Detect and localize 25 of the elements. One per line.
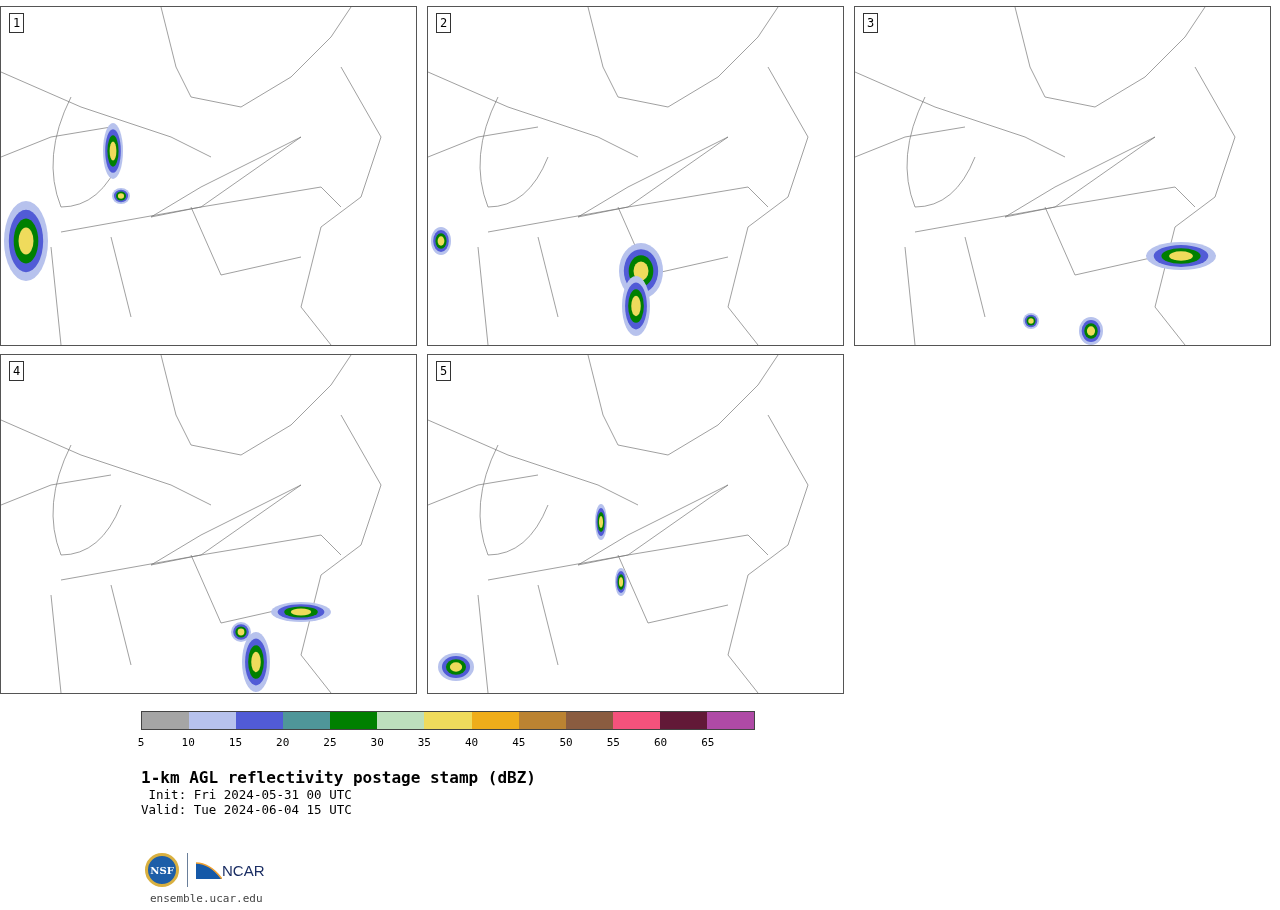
tick-label: 15	[228, 735, 243, 751]
panel-number: 1	[9, 13, 25, 33]
ncar-logo-text: NCAR	[222, 863, 265, 879]
panel-number: 2	[436, 13, 452, 33]
tick-label: 25	[323, 735, 337, 751]
site-url: ensemble.ucar.edu	[150, 891, 264, 907]
tick-label: 30	[370, 735, 384, 751]
swoosh-icon	[196, 861, 222, 879]
tick-label: 10	[181, 735, 195, 751]
panel-number: 4	[9, 361, 25, 381]
tick-label: 35	[417, 735, 431, 751]
valid-time: Valid: Tue 2024-06-04 15 UTC	[141, 802, 353, 817]
tick-label: 65	[701, 735, 715, 751]
panel-number: 5	[436, 361, 452, 381]
tick-label: 5	[137, 735, 145, 751]
tick-label: 50	[559, 735, 573, 751]
init-time: Init: Fri 2024-05-31 00 UTC	[147, 787, 353, 802]
nsf-logo: NSF	[145, 853, 179, 887]
panel-number: 3	[863, 13, 879, 33]
tick-label: 45	[512, 735, 526, 751]
tick-label: 20	[276, 735, 290, 751]
tick-label: 40	[465, 735, 479, 751]
tick-label: 55	[606, 735, 620, 751]
chart-title: 1-km AGL reflectivity postage stamp (dBZ)	[141, 769, 537, 787]
tick-label: 60	[653, 735, 668, 751]
